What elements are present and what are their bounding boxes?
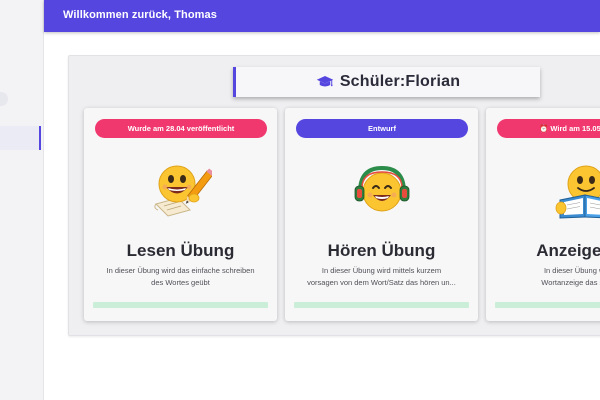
card-description: In dieser Übung wird m Wortanzeige das s…: [496, 265, 600, 289]
card-description-line: Wortanzeige das schreib: [541, 278, 600, 287]
progress-bar: [93, 302, 268, 308]
card-description-line: In dieser Übung wird m: [543, 266, 600, 275]
welcome-title: Willkommen zurück, Thomas: [63, 9, 217, 21]
graduation-cap-icon: [316, 76, 334, 87]
status-badge: ⏰ Wird am 15.05 um 07:: [497, 119, 600, 138]
app: Willkommen zurück, Thomas Schüler:Floria…: [0, 0, 600, 400]
progress-bar: [495, 302, 600, 308]
card-description-line: des Wortes geübt: [151, 278, 210, 287]
exercise-panel: Schüler:Florian Wurde am 28.04 veröffent…: [68, 55, 600, 336]
card-description-line: vorsagen von dem Wort/Satz das hören un.…: [307, 278, 456, 287]
card-description-line: In dieser Übung wird mittels kurzem: [321, 266, 442, 275]
student-name: Schüler:Florian: [339, 73, 461, 90]
top-bar: Willkommen zurück, Thomas: [44, 0, 600, 32]
card-description: In dieser Übung wird das einfache schrei…: [94, 265, 267, 289]
status-badge: Entwurf: [296, 119, 468, 138]
card-title: Hören Übung: [327, 241, 436, 260]
headphones-emoji-icon: [354, 165, 410, 212]
exercise-card-hoeren[interactable]: Entwurf Hören Übung In dieser Übung wird…: [285, 108, 478, 321]
student-header: Schüler:Florian: [233, 67, 540, 97]
exercise-card-lesen[interactable]: Wurde am 28.04 veröffentlicht Lesen Übun…: [84, 108, 277, 321]
card-description: In dieser Übung wird mittels kurzem vors…: [295, 265, 468, 289]
sidebar-item-active[interactable]: [0, 126, 41, 150]
exercise-card-anzeigen[interactable]: ⏰ Wird am 15.05 um 07: Anzeigen Ü In die…: [486, 108, 600, 321]
card-title: Lesen Übung: [126, 241, 235, 260]
reading-emoji-icon: [555, 165, 600, 219]
writing-emoji-icon: [154, 165, 212, 217]
status-badge: Wurde am 28.04 veröffentlicht: [95, 119, 267, 138]
card-description-line: In dieser Übung wird das einfache schrei…: [106, 266, 255, 275]
sidebar: [0, 0, 44, 400]
progress-bar: [294, 302, 469, 308]
card-title: Anzeigen Ü: [536, 241, 600, 260]
sidebar-toggle[interactable]: [0, 92, 8, 106]
